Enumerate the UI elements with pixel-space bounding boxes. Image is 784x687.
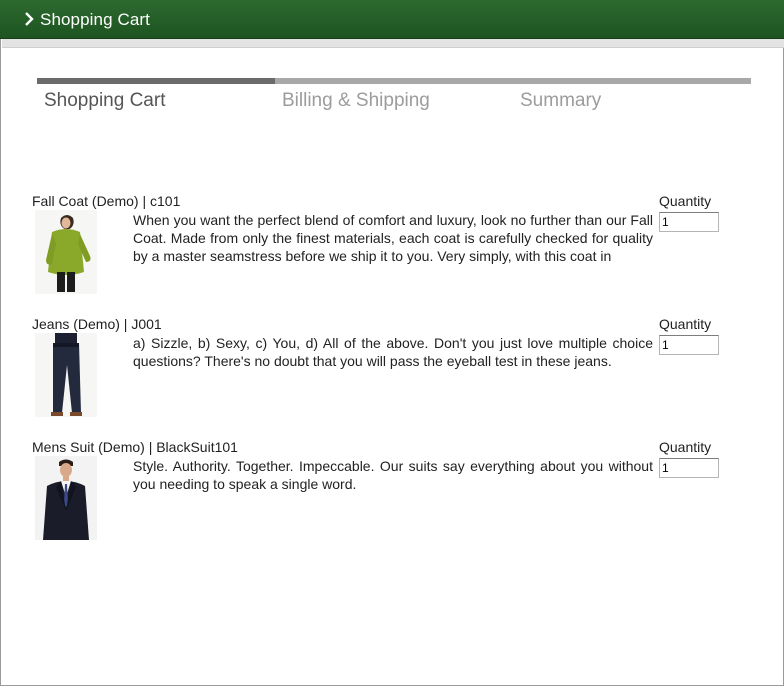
product-image-fall-coat[interactable]: [35, 210, 97, 294]
product-name[interactable]: Fall Coat (Demo) | c101: [32, 193, 180, 209]
product-description: Style. Authority. Together. Impeccable. …: [133, 458, 653, 492]
header-divider: [2, 39, 784, 48]
product-description: When you want the perfect blend of comfo…: [133, 212, 653, 264]
step-shopping-cart[interactable]: Shopping Cart: [44, 90, 165, 112]
quantity-label: Quantity: [659, 316, 712, 332]
product-image-mens-suit[interactable]: [35, 456, 97, 540]
product-name[interactable]: Jeans (Demo) | J001: [32, 316, 162, 332]
quantity-input[interactable]: [659, 212, 719, 232]
quantity-label: Quantity: [659, 193, 712, 209]
chevron-right-icon: [25, 12, 34, 26]
page-title: Shopping Cart: [40, 10, 150, 29]
product-description: a) Sizzle, b) Sexy, c) You, d) All of th…: [133, 335, 653, 369]
quantity-input[interactable]: [659, 458, 719, 478]
step-summary[interactable]: Summary: [520, 90, 601, 112]
step-billing-shipping[interactable]: Billing & Shipping: [282, 90, 430, 112]
product-image-jeans[interactable]: [35, 333, 97, 417]
progress-completed-segment: [37, 78, 275, 84]
quantity-input[interactable]: [659, 335, 719, 355]
quantity-label: Quantity: [659, 439, 712, 455]
title-bar: Shopping Cart: [0, 0, 784, 39]
checkout-progress-bar: [37, 78, 751, 84]
product-name[interactable]: Mens Suit (Demo) | BlackSuit101: [32, 439, 238, 455]
